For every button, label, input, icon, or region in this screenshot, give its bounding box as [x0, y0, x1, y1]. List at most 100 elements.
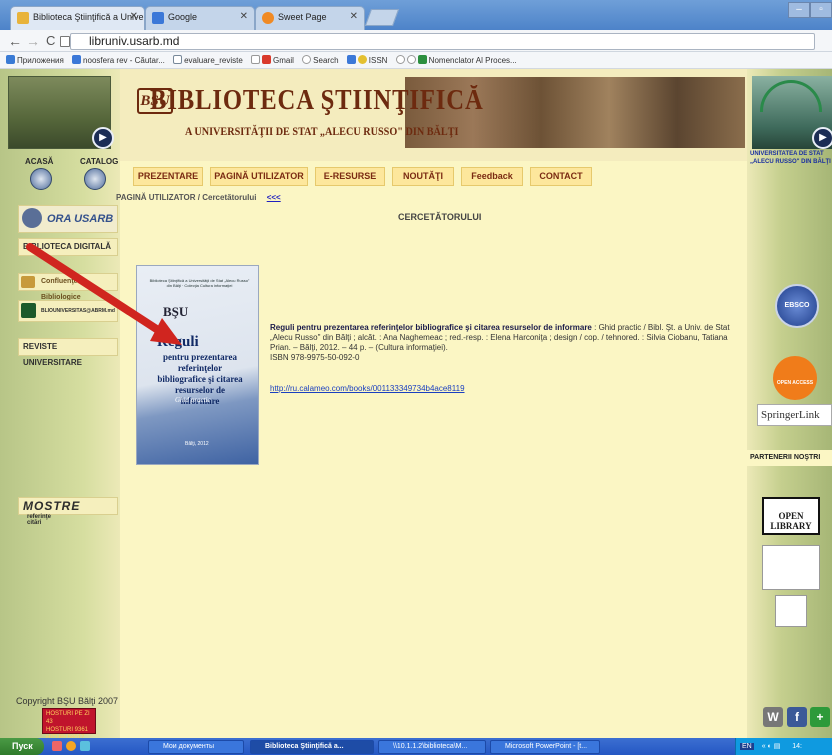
menu-contact[interactable]: CONTACT — [530, 167, 592, 186]
site-title: BIBLIOTECA ŞTIINŢIFICĂ — [150, 85, 484, 116]
close-icon[interactable]: ✕ — [130, 11, 138, 22]
reviste-universitare-link[interactable]: REVISTE UNIVERSITARE — [18, 338, 118, 367]
bookmark-gmail[interactable]: Gmail — [251, 52, 294, 68]
copyright-text: Copyright BŞU Bălţi 2007 — [16, 696, 119, 706]
breadcrumb-path: PAGINĂ UTILIZATOR / Cercetătorului — [116, 193, 257, 202]
play-icon[interactable]: ▶ — [812, 127, 832, 149]
menu-pagina-utilizator[interactable]: PAGINĂ UTILIZATOR — [210, 167, 308, 186]
bookmark-nomenclator[interactable]: Nomenclator Al Proces... — [395, 52, 517, 68]
address-bar[interactable]: libruniv.usarb.md — [70, 33, 815, 50]
back-arrow-icon[interactable]: ← — [8, 33, 22, 49]
tab-biblioteca[interactable]: Biblioteca Ştiinţifică a Univer ✕ — [10, 6, 145, 30]
maximize-button[interactable]: ▫ — [810, 2, 832, 18]
minimize-button[interactable]: – — [788, 2, 810, 18]
bookmark-label: Nomenclator Al Proces... — [428, 56, 517, 65]
cover-bsu-logo-icon: BŞU — [163, 304, 189, 319]
close-icon[interactable]: ✕ — [350, 11, 358, 22]
facebook-icon[interactable]: f — [787, 707, 807, 727]
cover-small-text: Biblioteca Ştiinţifică a Universităţii d… — [149, 278, 250, 288]
home-label[interactable]: ACASĂ — [25, 157, 53, 166]
counter-line: HOSTURI PE ZI 43 — [46, 711, 90, 725]
cover-year: Bălţi, 2012 — [185, 441, 209, 447]
bookmark-apps[interactable]: Приложения — [6, 52, 64, 68]
bookmark-label: Gmail — [273, 56, 294, 65]
home-icon[interactable] — [30, 168, 52, 190]
bookmark-search[interactable]: Search — [302, 52, 339, 68]
wikipedia-icon[interactable]: W — [763, 707, 783, 727]
camera-nationala-badge[interactable] — [775, 595, 807, 627]
taskbar-network-folder[interactable]: \\10.1.1.2\biblioteca\M... — [378, 740, 486, 754]
issn-icon — [357, 55, 367, 64]
quicklaunch-icon[interactable] — [52, 741, 62, 751]
page-heading: CERCETĂTORULUI — [398, 212, 482, 222]
tab-label: Sweet Page — [278, 12, 327, 22]
back-link[interactable]: <<< — [267, 193, 281, 202]
ebsco-badge[interactable]: EBSCO — [775, 284, 819, 328]
page-icon — [60, 36, 70, 47]
start-button[interactable]: Пуск — [0, 738, 44, 755]
calameo-link[interactable]: http://ru.calameo.com/books/001133349734… — [270, 384, 465, 393]
confluente-logo-icon — [21, 276, 35, 288]
quicklaunch-icon[interactable] — [66, 741, 76, 751]
google-icon — [72, 55, 82, 64]
menu-prezentare[interactable]: PREZENTARE — [133, 167, 203, 186]
springerlink-banner[interactable]: SpringerLink — [757, 404, 832, 426]
taskbar-browser[interactable]: Biblioteca Ştiinţifică a... — [250, 740, 374, 754]
springerlink-label: SpringerLink — [761, 409, 820, 421]
cover-guide: Ghid practic — [175, 396, 211, 404]
url-text: libruniv.usarb.md — [89, 34, 180, 48]
gmail-icon — [262, 55, 272, 64]
open-access-badge[interactable]: OPEN ACCESS — [773, 356, 817, 400]
cover-title: Reguli — [157, 334, 199, 350]
catalog-icon[interactable] — [84, 168, 106, 190]
mostre-tag: referinţe citări — [27, 514, 52, 526]
partners-heading: PARTENERII NOŞTRI — [747, 450, 832, 466]
book-record: Reguli pentru prezentarea referinţelor b… — [270, 323, 742, 363]
visitor-counter: HOSTURI PE ZI 43 HOSTURI 9361 HITURI 580… — [42, 708, 96, 741]
search-icon — [395, 55, 405, 64]
bookmark-evaluare[interactable]: evaluare_reviste — [173, 52, 243, 68]
university-name: UNIVERSITATEA DE STAT „ALECU RUSSO" DIN … — [750, 151, 831, 165]
mostre-banner[interactable]: MOSTRE referinţe citări — [18, 497, 118, 526]
close-icon[interactable]: ✕ — [240, 11, 248, 22]
nomenclator-icon — [417, 55, 427, 64]
taskbar-powerpoint[interactable]: Microsoft PowerPoint - [t... — [490, 740, 600, 754]
play-icon[interactable]: ▶ — [92, 127, 114, 149]
biblioteca-digitala-link[interactable]: BIBLIOTECA DIGITALĂ — [18, 238, 118, 256]
language-indicator[interactable]: EN — [740, 743, 754, 750]
menu-feedback[interactable]: Feedback — [461, 167, 523, 186]
site-subtitle: A UNIVERSITĂŢII DE STAT „ALECU RUSSO" DI… — [185, 124, 459, 138]
catalog-label[interactable]: CATALOG — [80, 157, 118, 166]
bookmark-issn[interactable]: ISSN — [346, 52, 388, 68]
page-icon — [173, 55, 183, 64]
reload-icon[interactable]: C — [46, 33, 55, 49]
breadcrumb: PAGINĂ UTILIZATOR / Cercetătorului <<< — [116, 193, 281, 202]
bookmark-label: ISSN — [368, 56, 388, 65]
tab-label: Biblioteca Ştiinţifică a Univer — [33, 12, 145, 22]
bibliouniversitas-logo-icon — [21, 303, 36, 318]
bookmark-label: evaluare_reviste — [184, 56, 243, 65]
open-library-badge[interactable]: OPEN LIBRARY — [762, 497, 820, 535]
book-cover-image[interactable]: Biblioteca Ştiinţifică a Universităţii d… — [136, 265, 259, 465]
record-isbn: ISBN 978-9975-50-092-0 — [270, 353, 360, 362]
tab-google[interactable]: Google ✕ — [145, 6, 255, 30]
bookmark-noosfera[interactable]: noosfera rev - Căutar... — [72, 52, 165, 68]
tab-sweet-page[interactable]: Sweet Page ✕ — [255, 6, 365, 30]
google-icon — [346, 55, 356, 64]
sweet-page-favicon-icon — [262, 12, 274, 24]
menu-e-resurse[interactable]: E-RESURSE — [315, 167, 385, 186]
taskbar-my-documents[interactable]: Мои документы — [148, 740, 244, 754]
bookmarks-bar: Приложения noosfera rev - Căutar... eval… — [0, 52, 832, 69]
clock[interactable]: 14: — [792, 743, 802, 750]
counter-line: HOSTURI 9361 — [46, 727, 89, 733]
national-library-badge[interactable] — [762, 545, 820, 590]
open-access-label: OPEN ACCESS — [776, 380, 814, 386]
person-icon — [22, 208, 42, 228]
library-favicon-icon — [17, 12, 29, 24]
apps-grid-icon — [6, 55, 15, 64]
menu-noutati[interactable]: NOUTĂŢI — [392, 167, 454, 186]
quicklaunch-icon[interactable] — [80, 741, 90, 751]
search-icon — [302, 55, 312, 64]
plus-icon[interactable]: + — [810, 707, 830, 727]
forward-arrow-icon[interactable]: → — [26, 33, 40, 49]
